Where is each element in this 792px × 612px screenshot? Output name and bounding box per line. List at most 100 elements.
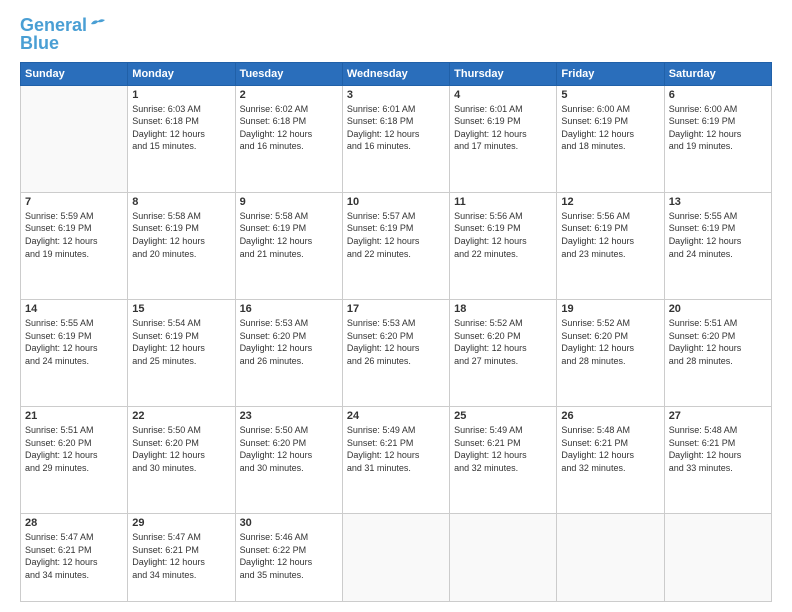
day-number: 23	[240, 410, 338, 422]
cell-info: Sunrise: 5:56 AM Sunset: 6:19 PM Dayligh…	[561, 210, 659, 260]
cell-info: Sunrise: 5:58 AM Sunset: 6:19 PM Dayligh…	[240, 210, 338, 260]
calendar-cell: 22 Sunrise: 5:50 AM Sunset: 6:20 PM Dayli…	[128, 407, 235, 514]
calendar-cell: 5 Sunrise: 6:00 AM Sunset: 6:19 PM Daylig…	[557, 85, 664, 192]
cell-info: Sunrise: 5:48 AM Sunset: 6:21 PM Dayligh…	[669, 424, 767, 474]
calendar-cell: 10 Sunrise: 5:57 AM Sunset: 6:19 PM Dayli…	[342, 192, 449, 299]
calendar-cell: 26 Sunrise: 5:48 AM Sunset: 6:21 PM Dayli…	[557, 407, 664, 514]
cell-info: Sunrise: 5:57 AM Sunset: 6:19 PM Dayligh…	[347, 210, 445, 260]
cell-info: Sunrise: 6:01 AM Sunset: 6:18 PM Dayligh…	[347, 103, 445, 153]
day-number: 29	[132, 517, 230, 529]
logo-blue: Blue	[20, 34, 59, 54]
week-row-1: 1Sunrise: 6:03 AM Sunset: 6:18 PM Daylig…	[21, 85, 772, 192]
day-number: 5	[561, 89, 659, 101]
day-number: 11	[454, 196, 552, 208]
calendar-cell: 11 Sunrise: 5:56 AM Sunset: 6:19 PM Dayli…	[450, 192, 557, 299]
day-header-sunday: Sunday	[21, 62, 128, 85]
calendar-cell: 7 Sunrise: 5:59 AM Sunset: 6:19 PM Daylig…	[21, 192, 128, 299]
calendar-table: SundayMondayTuesdayWednesdayThursdayFrid…	[20, 62, 772, 602]
cell-info: Sunrise: 5:53 AM Sunset: 6:20 PM Dayligh…	[240, 317, 338, 367]
header: General Blue	[20, 16, 772, 54]
day-number: 19	[561, 303, 659, 315]
cell-info: Sunrise: 5:58 AM Sunset: 6:19 PM Dayligh…	[132, 210, 230, 260]
cell-info: Sunrise: 5:47 AM Sunset: 6:21 PM Dayligh…	[25, 531, 123, 581]
cell-info: Sunrise: 5:51 AM Sunset: 6:20 PM Dayligh…	[25, 424, 123, 474]
calendar-cell	[21, 85, 128, 192]
cell-info: Sunrise: 5:56 AM Sunset: 6:19 PM Dayligh…	[454, 210, 552, 260]
calendar-cell: 15Sunrise: 5:54 AM Sunset: 6:19 PM Dayli…	[128, 299, 235, 406]
day-number: 22	[132, 410, 230, 422]
calendar-cell: 8 Sunrise: 5:58 AM Sunset: 6:19 PM Daylig…	[128, 192, 235, 299]
cell-info: Sunrise: 5:49 AM Sunset: 6:21 PM Dayligh…	[454, 424, 552, 474]
day-number: 13	[669, 196, 767, 208]
calendar-cell: 9 Sunrise: 5:58 AM Sunset: 6:19 PM Daylig…	[235, 192, 342, 299]
calendar-cell: 4Sunrise: 6:01 AM Sunset: 6:19 PM Daylig…	[450, 85, 557, 192]
day-header-saturday: Saturday	[664, 62, 771, 85]
calendar-cell: 2 Sunrise: 6:02 AM Sunset: 6:18 PM Daylig…	[235, 85, 342, 192]
day-number: 24	[347, 410, 445, 422]
cell-info: Sunrise: 5:54 AM Sunset: 6:19 PM Dayligh…	[132, 317, 230, 367]
day-number: 17	[347, 303, 445, 315]
calendar-cell: 17Sunrise: 5:53 AM Sunset: 6:20 PM Dayli…	[342, 299, 449, 406]
cell-info: Sunrise: 5:50 AM Sunset: 6:20 PM Dayligh…	[240, 424, 338, 474]
week-row-4: 21 Sunrise: 5:51 AM Sunset: 6:20 PM Dayli…	[21, 407, 772, 514]
calendar-cell: 16 Sunrise: 5:53 AM Sunset: 6:20 PM Dayli…	[235, 299, 342, 406]
cell-info: Sunrise: 5:50 AM Sunset: 6:20 PM Dayligh…	[132, 424, 230, 474]
calendar-cell: 6 Sunrise: 6:00 AM Sunset: 6:19 PM Daylig…	[664, 85, 771, 192]
cell-info: Sunrise: 6:02 AM Sunset: 6:18 PM Dayligh…	[240, 103, 338, 153]
day-number: 12	[561, 196, 659, 208]
calendar-header-row: SundayMondayTuesdayWednesdayThursdayFrid…	[21, 62, 772, 85]
calendar-cell: 13 Sunrise: 5:55 AM Sunset: 6:19 PM Dayli…	[664, 192, 771, 299]
day-header-tuesday: Tuesday	[235, 62, 342, 85]
day-number: 30	[240, 517, 338, 529]
cell-info: Sunrise: 5:51 AM Sunset: 6:20 PM Dayligh…	[669, 317, 767, 367]
cell-info: Sunrise: 5:47 AM Sunset: 6:21 PM Dayligh…	[132, 531, 230, 581]
day-number: 7	[25, 196, 123, 208]
day-number: 2	[240, 89, 338, 101]
day-number: 9	[240, 196, 338, 208]
day-number: 4	[454, 89, 552, 101]
day-header-thursday: Thursday	[450, 62, 557, 85]
day-number: 6	[669, 89, 767, 101]
day-number: 20	[669, 303, 767, 315]
page: General Blue SundayMondayTuesdayWednesda…	[0, 0, 792, 612]
calendar-cell: 3Sunrise: 6:01 AM Sunset: 6:18 PM Daylig…	[342, 85, 449, 192]
day-number: 26	[561, 410, 659, 422]
calendar-cell	[450, 514, 557, 602]
week-row-3: 14Sunrise: 5:55 AM Sunset: 6:19 PM Dayli…	[21, 299, 772, 406]
day-number: 10	[347, 196, 445, 208]
week-row-2: 7 Sunrise: 5:59 AM Sunset: 6:19 PM Daylig…	[21, 192, 772, 299]
calendar-cell: 18 Sunrise: 5:52 AM Sunset: 6:20 PM Dayli…	[450, 299, 557, 406]
calendar-cell	[342, 514, 449, 602]
day-number: 28	[25, 517, 123, 529]
calendar-cell: 29 Sunrise: 5:47 AM Sunset: 6:21 PM Dayli…	[128, 514, 235, 602]
calendar-cell: 1Sunrise: 6:03 AM Sunset: 6:18 PM Daylig…	[128, 85, 235, 192]
calendar-cell: 21 Sunrise: 5:51 AM Sunset: 6:20 PM Dayli…	[21, 407, 128, 514]
day-number: 14	[25, 303, 123, 315]
day-number: 16	[240, 303, 338, 315]
day-number: 8	[132, 196, 230, 208]
calendar-cell: 28 Sunrise: 5:47 AM Sunset: 6:21 PM Dayli…	[21, 514, 128, 602]
day-header-wednesday: Wednesday	[342, 62, 449, 85]
cell-info: Sunrise: 5:52 AM Sunset: 6:20 PM Dayligh…	[561, 317, 659, 367]
calendar-cell: 14Sunrise: 5:55 AM Sunset: 6:19 PM Dayli…	[21, 299, 128, 406]
day-number: 21	[25, 410, 123, 422]
cell-info: Sunrise: 5:52 AM Sunset: 6:20 PM Dayligh…	[454, 317, 552, 367]
day-number: 27	[669, 410, 767, 422]
logo-general: General	[20, 15, 87, 35]
cell-info: Sunrise: 5:59 AM Sunset: 6:19 PM Dayligh…	[25, 210, 123, 260]
week-row-5: 28 Sunrise: 5:47 AM Sunset: 6:21 PM Dayli…	[21, 514, 772, 602]
cell-info: Sunrise: 5:48 AM Sunset: 6:21 PM Dayligh…	[561, 424, 659, 474]
cell-info: Sunrise: 6:00 AM Sunset: 6:19 PM Dayligh…	[669, 103, 767, 153]
calendar-cell: 12 Sunrise: 5:56 AM Sunset: 6:19 PM Dayli…	[557, 192, 664, 299]
day-header-friday: Friday	[557, 62, 664, 85]
cell-info: Sunrise: 5:55 AM Sunset: 6:19 PM Dayligh…	[669, 210, 767, 260]
logo-bird-icon	[89, 17, 107, 31]
logo: General Blue	[20, 16, 107, 54]
day-number: 18	[454, 303, 552, 315]
day-number: 25	[454, 410, 552, 422]
calendar-cell: 30Sunrise: 5:46 AM Sunset: 6:22 PM Dayli…	[235, 514, 342, 602]
cell-info: Sunrise: 6:00 AM Sunset: 6:19 PM Dayligh…	[561, 103, 659, 153]
calendar-cell: 27 Sunrise: 5:48 AM Sunset: 6:21 PM Dayli…	[664, 407, 771, 514]
calendar-cell: 24Sunrise: 5:49 AM Sunset: 6:21 PM Dayli…	[342, 407, 449, 514]
calendar-cell: 25 Sunrise: 5:49 AM Sunset: 6:21 PM Dayli…	[450, 407, 557, 514]
